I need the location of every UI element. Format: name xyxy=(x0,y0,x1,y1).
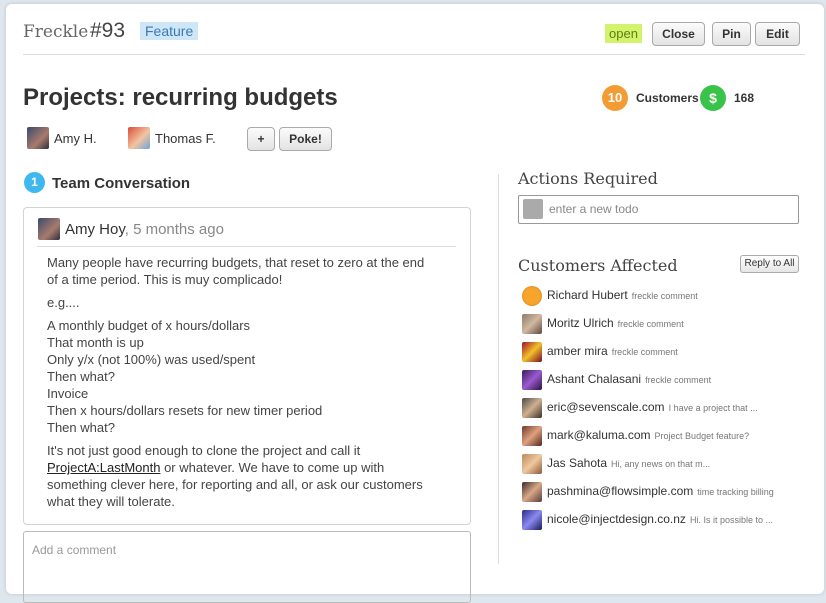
participant-name[interactable]: Amy H. xyxy=(54,131,97,146)
message-body: Many people have recurring budgets, that… xyxy=(47,254,427,516)
comment-input[interactable]: Add a comment xyxy=(23,531,471,603)
avatar xyxy=(27,127,49,149)
customer-note: I have a project that ... xyxy=(668,403,758,413)
customer-name[interactable]: mark@kaluma.com xyxy=(547,428,651,442)
poke-button[interactable]: Poke! xyxy=(279,127,332,151)
comment-placeholder: Add a comment xyxy=(32,543,117,557)
message-time: , 5 months ago xyxy=(124,221,224,238)
conversation-title: Team Conversation xyxy=(52,175,191,192)
customer-note: freckle comment xyxy=(611,347,678,357)
message-line: Only y/x (not 100%) was used/spent xyxy=(47,352,256,367)
avatar xyxy=(522,286,542,306)
message-divider xyxy=(37,246,456,247)
avatar xyxy=(128,127,150,149)
app-name: Freckle xyxy=(23,22,89,42)
customers-affected-title: Customers Affected xyxy=(518,256,678,275)
conversation-count-badge: 1 xyxy=(24,172,45,193)
customer-name[interactable]: Moritz Ulrich xyxy=(547,316,614,330)
customer-note: freckle comment xyxy=(617,319,684,329)
customer-name[interactable]: nicole@injectdesign.co.nz xyxy=(547,512,686,526)
avatar xyxy=(522,370,542,390)
header-bar: Freckle #93 Feature open Close Pin Edit xyxy=(23,16,805,55)
customer-note: freckle comment xyxy=(645,375,712,385)
message-author: Amy Hoy xyxy=(65,221,125,238)
close-button[interactable]: Close xyxy=(652,22,705,46)
customers-label: Customers xyxy=(636,91,699,105)
pin-button[interactable]: Pin xyxy=(712,22,751,46)
customer-note: Hi, any news on that m... xyxy=(611,459,711,469)
participant-name[interactable]: Thomas F. xyxy=(155,131,216,146)
avatar xyxy=(522,398,542,418)
edit-button[interactable]: Edit xyxy=(755,22,800,46)
new-todo-input[interactable]: enter a new todo xyxy=(518,195,799,224)
todo-placeholder: enter a new todo xyxy=(549,202,639,216)
customer-name[interactable]: Ashant Chalasani xyxy=(547,372,641,386)
issue-title: Projects: recurring budgets xyxy=(23,84,338,111)
revenue-value: 168 xyxy=(734,91,755,105)
avatar xyxy=(522,510,542,530)
customer-name[interactable]: Richard Hubert xyxy=(547,288,628,302)
column-divider xyxy=(498,174,499,564)
status-badge: open xyxy=(605,24,642,43)
message-paragraph: Many people have recurring budgets, that… xyxy=(47,255,425,287)
customer-note: time tracking billing xyxy=(697,487,774,497)
avatar xyxy=(522,342,542,362)
avatar xyxy=(522,454,542,474)
avatar xyxy=(523,199,543,219)
project-link[interactable]: ProjectA:LastMonth xyxy=(47,460,160,475)
customer-note: Project Budget feature? xyxy=(654,431,750,441)
avatar xyxy=(38,218,60,240)
customers-count-badge: 10 xyxy=(602,85,628,111)
add-participant-button[interactable]: + xyxy=(247,127,275,151)
avatar xyxy=(522,482,542,502)
message-line: Invoice xyxy=(47,386,89,401)
issue-sheet: Freckle #93 Feature open Close Pin Edit … xyxy=(6,4,824,603)
customer-note: Hi. Is it possible to ... xyxy=(689,515,773,525)
avatar xyxy=(522,314,542,334)
dollar-icon: $ xyxy=(700,85,726,111)
customer-name[interactable]: eric@sevenscale.com xyxy=(547,400,665,414)
message-paragraph: e.g.... xyxy=(47,295,80,310)
message-text: It's not just good enough to clone the p… xyxy=(47,443,361,458)
message-line: Then x hours/dollars resets for new time… xyxy=(47,403,323,418)
message-paragraph: It's not just good enough to clone the p… xyxy=(47,442,427,510)
message-line: A monthly budget of x hours/dollars xyxy=(47,318,251,333)
avatar xyxy=(522,426,542,446)
actions-required-title: Actions Required xyxy=(518,169,658,188)
issue-number: #93 xyxy=(90,19,126,42)
customer-name[interactable]: amber mira xyxy=(547,344,608,358)
reply-all-button[interactable]: Reply to All xyxy=(740,255,799,273)
message-line: Then what? xyxy=(47,420,115,435)
customer-name[interactable]: pashmina@flowsimple.com xyxy=(547,484,693,498)
message-line: That month is up xyxy=(47,335,144,350)
customer-note: freckle comment xyxy=(631,291,698,301)
label-badge[interactable]: Feature xyxy=(140,22,199,40)
message-meta: Amy Hoy, 5 months ago xyxy=(65,221,224,238)
customer-name[interactable]: Jas Sahota xyxy=(547,456,607,470)
message-line: Then what? xyxy=(47,369,115,384)
